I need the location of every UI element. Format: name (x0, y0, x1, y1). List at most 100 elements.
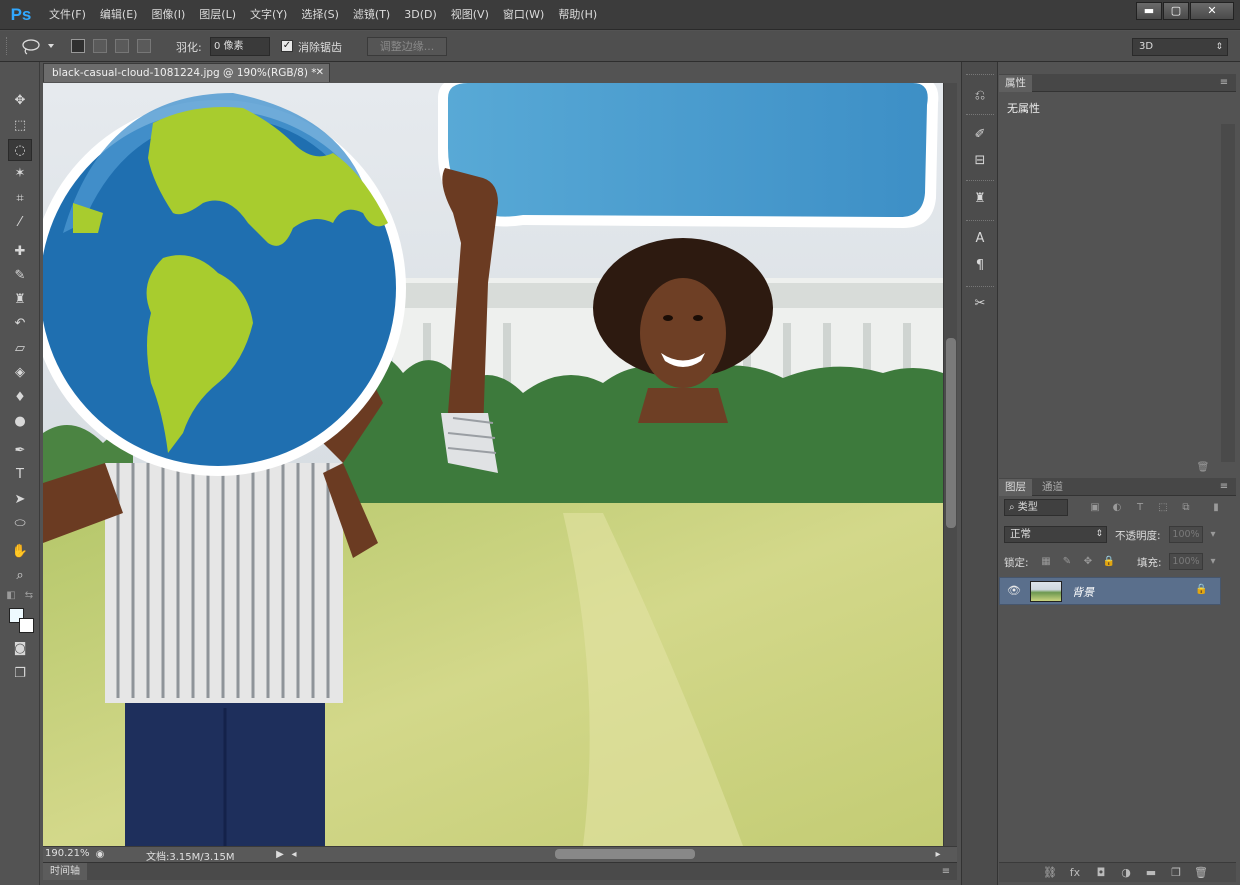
trash-icon[interactable]: 🗑 (1193, 865, 1209, 881)
type-tool-icon[interactable]: T (8, 464, 32, 486)
menu-type[interactable]: 文字(Y) (243, 0, 294, 30)
filter-type-icon[interactable]: T (1133, 501, 1147, 515)
new-group-icon[interactable]: ▬ (1143, 865, 1159, 881)
panel-menu-icon[interactable]: ≡ (939, 865, 953, 879)
eyedropper-tool-icon[interactable]: ⁄ (8, 212, 32, 234)
timeline-tab[interactable]: 时间轴 (43, 863, 87, 880)
brush-tool-icon[interactable]: ✎ (8, 265, 32, 287)
subtract-from-selection-mode-button[interactable] (115, 39, 129, 53)
lock-transparent-icon[interactable]: ▦ (1039, 555, 1053, 569)
link-layers-icon[interactable]: ⛓ (1042, 865, 1058, 881)
move-tool-icon[interactable]: ✥ (8, 90, 32, 112)
maximize-button[interactable]: ▢ (1163, 2, 1189, 20)
document-tab[interactable]: black-casual-cloud-1081224.jpg @ 190%(RG… (43, 63, 330, 82)
history-panel-icon[interactable]: ⎌ (968, 85, 992, 107)
menu-window[interactable]: 窗口(W) (496, 0, 551, 30)
magic-wand-tool-icon[interactable]: ✶ (8, 163, 32, 185)
fill-input[interactable]: 100% (1169, 553, 1203, 570)
intersect-selection-mode-button[interactable] (137, 39, 151, 53)
horizontal-scroll-thumb[interactable] (555, 849, 695, 859)
close-icon[interactable]: ✕ (316, 64, 324, 82)
close-button[interactable]: ✕ (1190, 2, 1234, 20)
new-layer-icon[interactable]: ❐ (1168, 865, 1184, 881)
info-icon[interactable]: ◉ (93, 848, 107, 862)
menu-edit[interactable]: 编辑(E) (93, 0, 145, 30)
quick-mask-icon[interactable]: ◙ (8, 638, 32, 660)
options-grip[interactable] (6, 37, 10, 55)
menu-3d[interactable]: 3D(D) (397, 0, 444, 30)
tool-presets-icon[interactable]: ✂ (968, 293, 992, 315)
zoom-readout[interactable]: 190.21% (45, 848, 90, 859)
layer-style-icon[interactable]: fx (1067, 865, 1083, 881)
adjustment-layer-icon[interactable]: ◑ (1118, 865, 1134, 881)
antialias-checkbox[interactable]: ✓ (281, 40, 293, 52)
screen-mode-icon[interactable]: ❐ (8, 663, 32, 685)
eraser-tool-icon[interactable]: ▱ (8, 338, 32, 360)
history-brush-tool-icon[interactable]: ↶ (8, 313, 32, 335)
menu-view[interactable]: 视图(V) (444, 0, 496, 30)
lock-image-icon[interactable]: ✎ (1060, 555, 1074, 569)
hand-tool-icon[interactable]: ✋ (8, 541, 32, 563)
blur-tool-icon[interactable]: ♦ (8, 387, 32, 409)
zoom-tool-icon[interactable]: ⌕ (8, 565, 32, 587)
scroll-right-icon[interactable]: ▸ (931, 848, 945, 862)
vertical-scroll-thumb[interactable] (946, 338, 956, 528)
layer-row[interactable]: 👁 背景 🔒 (999, 577, 1221, 605)
menu-layer[interactable]: 图层(L) (192, 0, 243, 30)
character-panel-icon[interactable]: A (968, 228, 992, 250)
filter-pixel-icon[interactable]: ▣ (1088, 501, 1102, 515)
clone-source-icon[interactable]: ♜ (968, 188, 992, 210)
minimize-button[interactable]: ▬ (1136, 2, 1162, 20)
swap-colors-icon[interactable]: ⇆ (22, 589, 36, 603)
lasso-tool-icon[interactable]: ◌ (8, 139, 32, 161)
blend-mode-select[interactable]: 正常 ⇕ (1004, 526, 1107, 543)
dodge-tool-icon[interactable]: ● (8, 411, 32, 433)
default-colors-icon[interactable]: ◧ (4, 589, 18, 603)
paint-bucket-tool-icon[interactable]: ◈ (8, 362, 32, 384)
filter-smart-object-icon[interactable]: ⧉ (1179, 501, 1193, 515)
tab-channels[interactable]: 通道 (1036, 479, 1069, 496)
tab-layers[interactable]: 图层 (999, 479, 1032, 496)
workspace-select[interactable]: 3D ⇕ (1132, 38, 1228, 56)
lock-all-icon[interactable]: 🔒 (1102, 555, 1116, 569)
layer-filter-select[interactable]: ⌕ 类型 (1004, 499, 1068, 516)
play-arrow-icon[interactable]: ▶ (273, 848, 287, 862)
background-color-swatch[interactable] (19, 618, 34, 633)
brush-panel-icon[interactable]: ⊟ (968, 150, 992, 172)
menu-filter[interactable]: 滤镜(T) (346, 0, 397, 30)
filter-shape-icon[interactable]: ⬚ (1156, 501, 1170, 515)
panel-menu-icon[interactable]: ≡ (1217, 76, 1231, 90)
healing-brush-tool-icon[interactable]: ✚ (8, 241, 32, 263)
lock-position-icon[interactable]: ✥ (1081, 555, 1095, 569)
add-to-selection-mode-button[interactable] (93, 39, 107, 53)
opacity-dropdown-icon[interactable]: ▾ (1206, 528, 1220, 542)
add-mask-icon[interactable]: ◘ (1093, 865, 1109, 881)
crop-tool-icon[interactable]: ⌗ (8, 188, 32, 210)
vertical-scrollbar[interactable] (943, 83, 957, 846)
feather-input[interactable]: 0 像素 (210, 37, 270, 56)
tab-properties[interactable]: 属性 (999, 75, 1032, 92)
menu-help[interactable]: 帮助(H) (551, 0, 604, 30)
new-selection-mode-button[interactable] (71, 39, 85, 53)
scroll-left-icon[interactable]: ◂ (287, 848, 301, 862)
trash-icon[interactable]: 🗑 (1196, 461, 1210, 475)
path-selection-tool-icon[interactable]: ➤ (8, 489, 32, 511)
ellipse-tool-icon[interactable]: ⬭ (8, 513, 32, 535)
brush-presets-icon[interactable]: ✐ (968, 124, 992, 146)
lasso-preset-picker[interactable] (20, 37, 60, 57)
eye-icon[interactable]: 👁 (1007, 585, 1021, 597)
pen-tool-icon[interactable]: ✒ (8, 440, 32, 462)
document-canvas[interactable] (43, 83, 943, 846)
menu-file[interactable]: 文件(F) (42, 0, 93, 30)
filter-adjustment-icon[interactable]: ◐ (1110, 501, 1124, 515)
menu-image[interactable]: 图像(I) (144, 0, 192, 30)
fill-dropdown-icon[interactable]: ▾ (1206, 555, 1220, 569)
menu-select[interactable]: 选择(S) (294, 0, 346, 30)
panel-menu-icon[interactable]: ≡ (1217, 480, 1231, 494)
clone-stamp-tool-icon[interactable]: ♜ (8, 289, 32, 311)
paragraph-panel-icon[interactable]: ¶ (968, 255, 992, 277)
filter-toggle-icon[interactable]: ▮ (1209, 501, 1223, 515)
layer-name[interactable]: 背景 (1072, 584, 1094, 600)
marquee-tool-icon[interactable]: ⬚ (8, 115, 32, 137)
opacity-input[interactable]: 100% (1169, 526, 1203, 543)
